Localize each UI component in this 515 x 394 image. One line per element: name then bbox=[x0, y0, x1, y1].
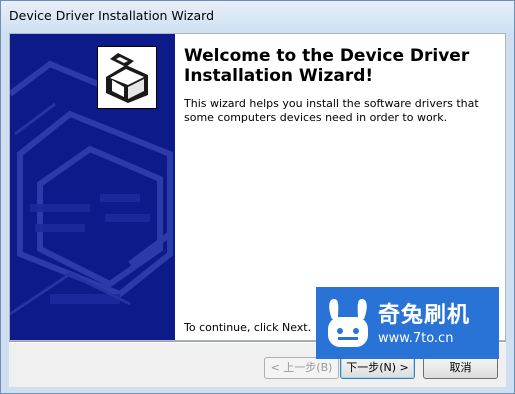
wizard-side-panel bbox=[10, 34, 175, 340]
continue-instruction: To continue, click Next. bbox=[184, 321, 312, 334]
rabbit-logo-icon bbox=[324, 295, 372, 351]
cancel-button[interactable]: 取消 bbox=[423, 357, 498, 379]
watermark-overlay: 奇兔刷机 www.7to.cn bbox=[316, 287, 499, 359]
watermark-url: www.7to.cn bbox=[378, 331, 454, 346]
wizard-description: This wizard helps you install the softwa… bbox=[184, 97, 479, 124]
page-title: Welcome to the Device Driver Installatio… bbox=[184, 46, 470, 86]
next-button[interactable]: 下一步(N) > bbox=[340, 357, 415, 379]
title-bar[interactable]: Device Driver Installation Wizard bbox=[1, 1, 514, 33]
window-title: Device Driver Installation Wizard bbox=[9, 8, 214, 23]
watermark-title: 奇兔刷机 bbox=[378, 303, 471, 328]
driver-box-icon bbox=[97, 46, 157, 109]
back-button[interactable]: < 上一步(B) bbox=[264, 357, 339, 379]
